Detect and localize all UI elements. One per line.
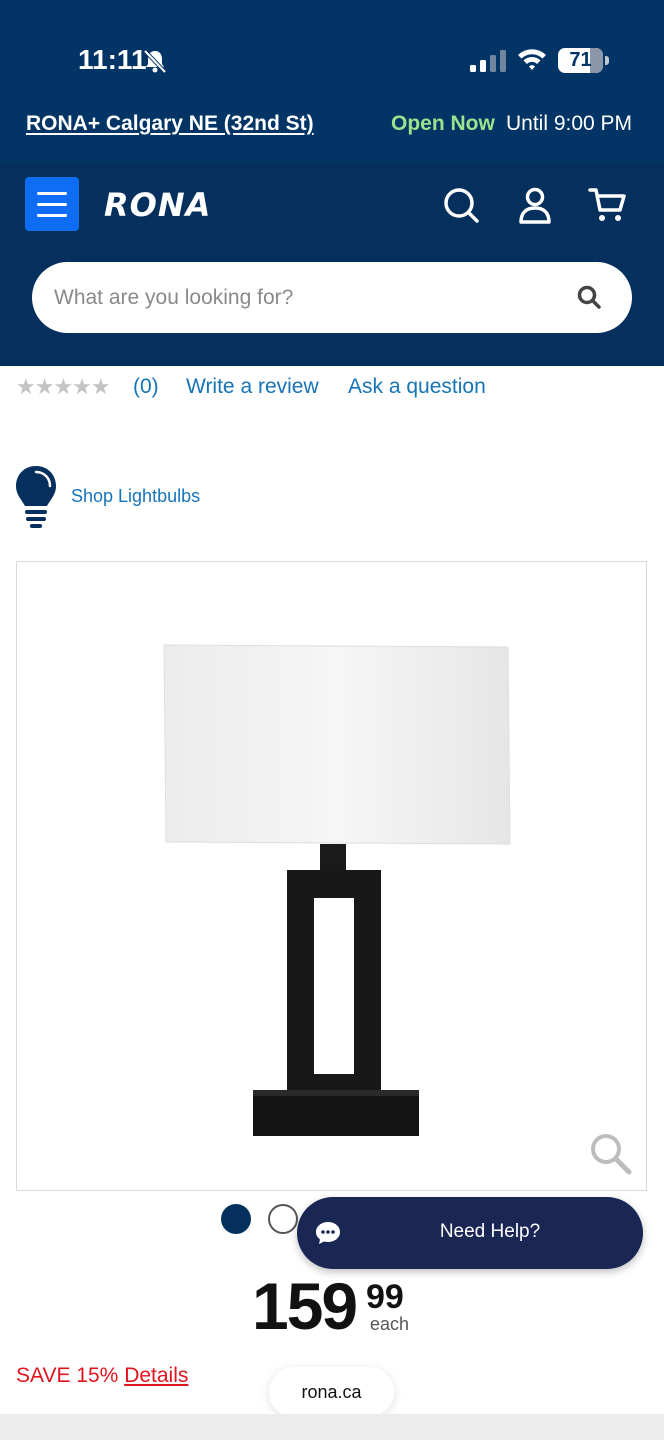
review-count-link[interactable]: (0) — [133, 375, 159, 399]
hamburger-line-icon — [37, 192, 67, 195]
store-hours: Until 9:00 PM — [506, 112, 633, 135]
promo-text: SAVE 15% Details — [16, 1364, 188, 1388]
store-open-status: Open Now — [391, 112, 495, 135]
search-icon[interactable] — [442, 186, 480, 224]
bell-muted-icon — [143, 49, 167, 74]
hamburger-line-icon — [37, 203, 67, 206]
wifi-icon — [518, 49, 546, 70]
browser-url-bar[interactable]: rona.ca — [269, 1367, 394, 1417]
search-bar — [32, 262, 632, 333]
zoom-icon[interactable] — [589, 1132, 633, 1176]
store-bar: RONA+ Calgary NE (32nd St) Open Now Unti… — [0, 100, 664, 162]
search-submit-icon[interactable] — [576, 284, 602, 310]
rona-logo[interactable]: RONA — [104, 186, 211, 224]
status-bar: 11:11 71 — [0, 0, 664, 100]
bottom-strip — [0, 1414, 664, 1440]
save-label: SAVE 15% — [16, 1364, 119, 1387]
price-dollars: 159 — [252, 1269, 358, 1343]
cell-signal-icon — [470, 50, 506, 72]
star-rating: ★★★★★ — [16, 374, 111, 399]
search-input[interactable] — [54, 262, 574, 333]
carousel-dot-active[interactable] — [221, 1204, 251, 1234]
ask-question-link[interactable]: Ask a question — [348, 375, 486, 399]
cart-icon[interactable] — [588, 186, 626, 224]
write-review-link[interactable]: Write a review — [186, 375, 319, 399]
store-name-link[interactable]: RONA+ Calgary NE (32nd St) — [26, 112, 314, 136]
battery-body: 71 — [558, 48, 603, 73]
product-image-frame[interactable] — [16, 561, 647, 1191]
need-help-label: Need Help? — [439, 1221, 541, 1242]
need-help-button[interactable]: Need Help? — [297, 1197, 643, 1269]
battery-cap — [605, 56, 609, 65]
menu-button[interactable] — [25, 177, 79, 231]
status-time: 11:11 — [78, 44, 147, 75]
shop-lightbulbs-link[interactable]: Shop Lightbulbs — [71, 486, 200, 507]
site-header: RONA — [0, 162, 664, 366]
table-lamp-image — [163, 644, 511, 1136]
price-cents: 99 — [366, 1278, 404, 1316]
price-unit: each — [370, 1314, 410, 1334]
battery-percent: 71 — [569, 49, 592, 71]
account-icon[interactable] — [516, 186, 554, 224]
product-page: 11:11 71 RONA+ Calgary NE (32nd St) Open… — [0, 0, 664, 1440]
hamburger-line-icon — [37, 214, 67, 217]
lightbulb-icon[interactable] — [14, 464, 58, 530]
battery-indicator: 71 — [558, 48, 609, 73]
promo-details-link[interactable]: Details — [124, 1364, 188, 1387]
carousel-dot[interactable] — [268, 1204, 298, 1234]
